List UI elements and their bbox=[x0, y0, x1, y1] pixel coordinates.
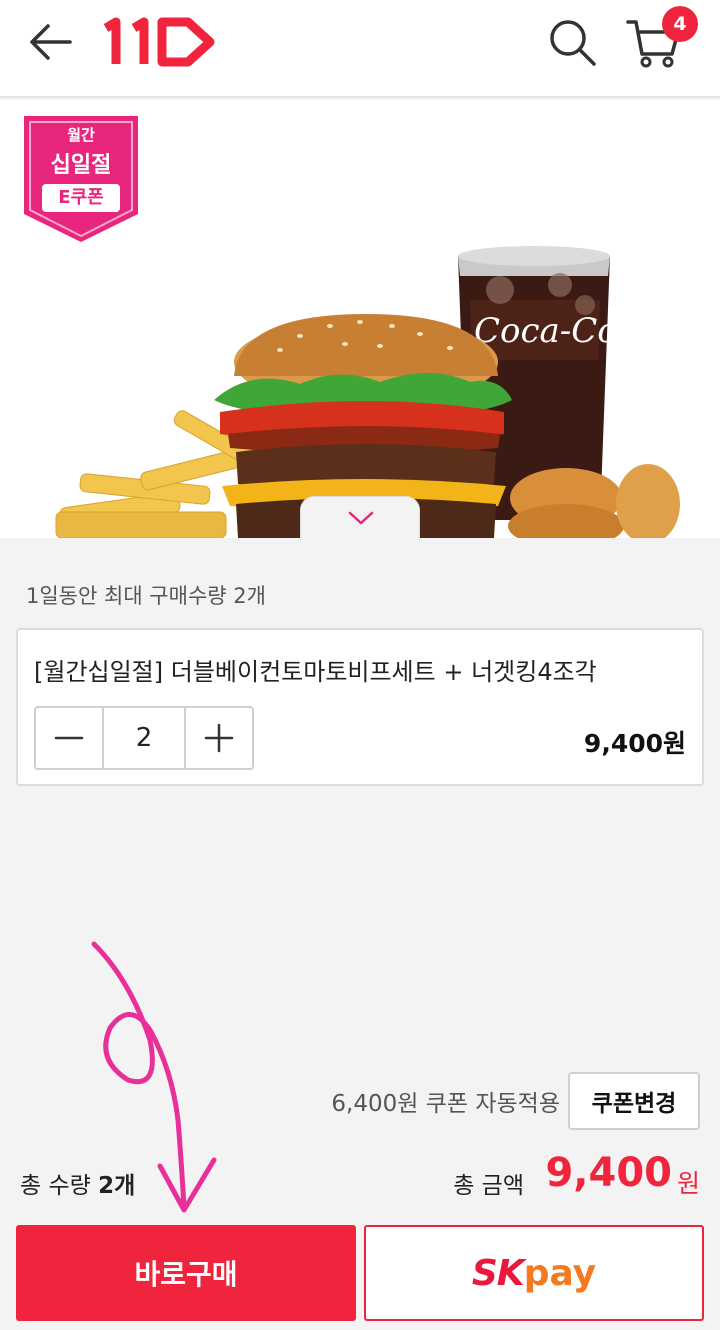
purchase-limit-text: 1일동안 최대 구매수량 2개 bbox=[26, 584, 266, 608]
badge-line1: 월간 bbox=[67, 126, 95, 144]
search-icon bbox=[550, 20, 596, 66]
change-coupon-button[interactable]: 쿠폰변경 bbox=[568, 1072, 700, 1130]
eleven-street-logo bbox=[103, 17, 215, 67]
total-quantity-value: 2개 bbox=[98, 1173, 136, 1199]
total-amount-label: 총 금액 bbox=[453, 1173, 524, 1199]
skpay-logo-pay: pay bbox=[523, 1252, 597, 1294]
badge-line2: 십일절 bbox=[50, 153, 112, 178]
plus-icon bbox=[204, 723, 234, 753]
buy-now-button[interactable]: 바로구매 bbox=[16, 1225, 356, 1321]
logo-11st[interactable] bbox=[100, 14, 220, 70]
skpay-button[interactable]: SK pay bbox=[364, 1225, 704, 1321]
search-button[interactable] bbox=[546, 16, 600, 70]
minus-icon bbox=[54, 736, 84, 740]
top-header: 4 bbox=[0, 0, 720, 98]
quantity-value[interactable]: 2 bbox=[102, 708, 186, 768]
skpay-logo-sk: SK bbox=[471, 1252, 525, 1294]
total-amount-value: 9,400 bbox=[545, 1150, 672, 1196]
chevron-down-icon bbox=[348, 511, 374, 525]
arrow-left-icon bbox=[30, 24, 72, 60]
increase-button[interactable] bbox=[186, 708, 252, 768]
total-quantity: 총 수량 2개 bbox=[20, 1166, 135, 1200]
total-amount-unit: 원 bbox=[676, 1169, 700, 1198]
total-quantity-label: 총 수량 bbox=[20, 1173, 91, 1199]
decrease-button[interactable] bbox=[36, 708, 102, 768]
coupon-applied-text: 6,400원 쿠폰 자동적용 bbox=[331, 1091, 560, 1117]
option-title: [월간십일절] 더블베이컨토마토비프세트 + 너겟킹4조각 bbox=[34, 658, 597, 686]
quantity-stepper: 2 bbox=[34, 706, 254, 770]
selected-option-card: [월간십일절] 더블베이컨토마토비프세트 + 너겟킹4조각 2 9,400원 bbox=[16, 628, 704, 786]
back-button[interactable] bbox=[22, 20, 78, 64]
cola-logo-text: Coca-Cola bbox=[474, 311, 649, 351]
expand-toggle[interactable] bbox=[300, 496, 420, 540]
badge-line3: E쿠폰 bbox=[42, 184, 120, 212]
cart-count-badge: 4 bbox=[662, 6, 698, 42]
option-price: 9,400원 bbox=[583, 729, 686, 758]
monthly-1111-badge: 월간 십일절 E쿠폰 bbox=[22, 114, 140, 244]
product-image[interactable]: Coca-Cola 월간 십일절 E쿠폰 bbox=[0, 100, 720, 538]
cart-button[interactable]: 4 bbox=[622, 6, 698, 74]
